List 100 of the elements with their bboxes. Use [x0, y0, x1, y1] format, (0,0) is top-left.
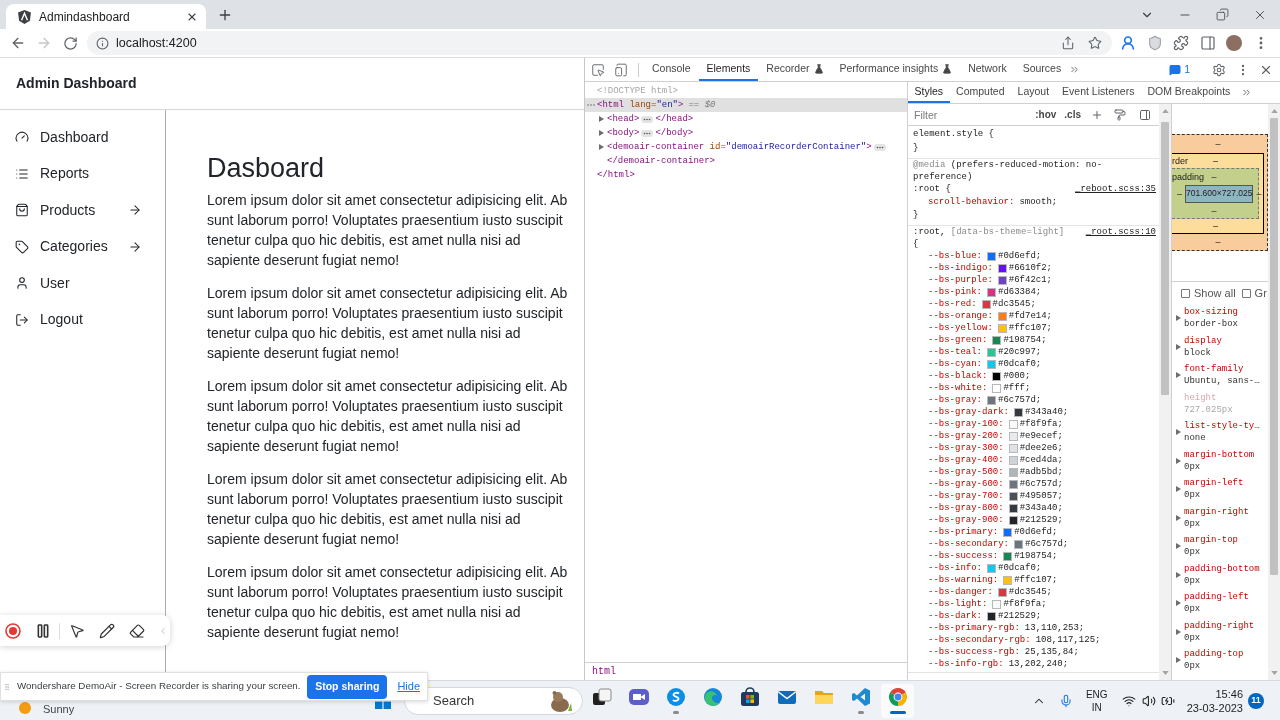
sidebar-item[interactable]: Products — [0, 192, 165, 229]
color-swatch[interactable] — [992, 599, 1002, 609]
color-swatch[interactable] — [1008, 479, 1018, 489]
devtools-tab[interactable]: Sources — [1014, 58, 1070, 81]
color-swatch[interactable] — [1008, 515, 1018, 525]
avatar-placeholder[interactable] — [1226, 35, 1243, 51]
checkbox[interactable] — [1181, 288, 1190, 298]
wifi-icon[interactable] — [1121, 693, 1136, 708]
device-toolbar-icon[interactable] — [614, 62, 628, 77]
color-swatch[interactable] — [987, 611, 996, 621]
filter-field[interactable]: Filter — [912, 105, 1024, 124]
notification-count[interactable]: 11 — [1248, 692, 1264, 709]
color-swatch[interactable] — [987, 359, 996, 369]
color-swatch[interactable] — [1008, 491, 1018, 501]
clock-date[interactable]: 23-03-2023 — [1186, 700, 1243, 715]
microphone-icon[interactable] — [1058, 693, 1073, 708]
scrollbar-thumb[interactable] — [1270, 118, 1278, 575]
checkbox[interactable] — [1241, 288, 1251, 298]
toggle-button[interactable]: .cls — [1060, 107, 1085, 122]
scrollbar-thumb[interactable] — [1161, 122, 1169, 395]
store-bag-icon[interactable] — [739, 687, 760, 707]
wave-circle-icon[interactable] — [702, 687, 723, 707]
bookmark-star-icon[interactable] — [1088, 36, 1103, 50]
side-panel-icon[interactable] — [1199, 35, 1216, 51]
scrollbar-track[interactable] — [1268, 104, 1280, 680]
color-swatch[interactable] — [997, 323, 1007, 333]
cursor-arrow-icon[interactable] — [69, 622, 85, 639]
restore-icon[interactable] — [1216, 8, 1229, 21]
sidebar-item[interactable]: Categories — [0, 228, 165, 265]
color-swatch[interactable] — [987, 395, 996, 405]
more-tabs-icon[interactable] — [1069, 64, 1081, 75]
sidebar-toggle-icon[interactable] — [1139, 108, 1151, 121]
record-icon[interactable] — [5, 622, 21, 639]
expand-triangle-icon[interactable] — [1176, 343, 1181, 350]
color-swatch[interactable] — [987, 287, 996, 297]
sidebar-item[interactable]: Dashboard — [0, 119, 165, 156]
inspect-element-icon[interactable] — [591, 62, 605, 77]
ellipsis-icon[interactable] — [873, 143, 886, 151]
expand-triangle-icon[interactable] — [599, 130, 604, 136]
expand-triangle-icon[interactable] — [1176, 657, 1181, 664]
color-swatch[interactable] — [1008, 455, 1018, 465]
expand-triangle-icon[interactable] — [1176, 315, 1181, 322]
sidebar-tab[interactable]: Computed — [949, 82, 1012, 103]
ellipsis-icon[interactable] — [641, 129, 654, 137]
devtools-tab[interactable]: Elements — [698, 58, 759, 81]
checkbox-label[interactable]: Gr — [1254, 284, 1267, 302]
color-swatch[interactable] — [992, 335, 1002, 345]
color-swatch[interactable] — [987, 563, 996, 573]
color-swatch[interactable] — [997, 263, 1007, 273]
devtools-tab[interactable]: Network — [960, 58, 1015, 81]
dom-closing-tag[interactable]: </html> — [597, 168, 635, 182]
expand-triangle-icon[interactable] — [1176, 457, 1181, 464]
devtools-tab[interactable]: Performance insights — [831, 58, 961, 81]
scrollbar-track[interactable] — [1159, 104, 1171, 680]
info-icon[interactable] — [96, 36, 109, 50]
expand-triangle-icon[interactable] — [1176, 514, 1181, 521]
ellipsis-icon[interactable] — [641, 115, 654, 123]
sidebar-tab[interactable]: Layout — [1011, 82, 1056, 103]
color-swatch[interactable] — [992, 371, 1002, 381]
issues-button[interactable]: 1 — [1167, 61, 1192, 78]
dom-node[interactable]: <body> </body> — [597, 126, 694, 140]
devtools-tab[interactable]: Recorder — [758, 58, 832, 81]
expand-triangle-icon[interactable] — [1176, 429, 1181, 436]
expand-triangle-icon[interactable] — [1176, 372, 1181, 379]
color-swatch[interactable] — [997, 275, 1007, 285]
language-label[interactable]: IN — [1091, 700, 1102, 714]
sidebar-item[interactable]: Logout — [0, 301, 165, 338]
checkbox-label[interactable]: Show all — [1194, 284, 1236, 302]
color-swatch[interactable] — [1008, 467, 1018, 477]
color-swatch[interactable] — [1008, 443, 1018, 453]
color-swatch[interactable] — [992, 383, 1002, 393]
language-label[interactable]: ENG — [1085, 687, 1108, 701]
pencil-icon[interactable] — [99, 622, 115, 639]
color-swatch[interactable] — [987, 347, 996, 357]
speaker-icon[interactable] — [1141, 693, 1156, 708]
eraser-icon[interactable] — [129, 622, 145, 639]
share-icon[interactable] — [1061, 36, 1076, 50]
color-swatch[interactable] — [997, 311, 1007, 321]
color-swatch[interactable] — [1014, 539, 1023, 549]
person-icon[interactable] — [1120, 35, 1137, 51]
breadcrumb-item[interactable]: html — [592, 664, 616, 679]
sidebar-tab[interactable]: DOM Breakpoints — [1140, 82, 1237, 103]
expand-triangle-icon[interactable] — [1176, 600, 1181, 607]
sidebar-tab[interactable]: Event Listeners — [1055, 82, 1141, 103]
browser-tab[interactable]: Admindashboard — [6, 4, 206, 29]
color-swatch[interactable] — [987, 251, 996, 261]
reload-icon[interactable] — [63, 35, 78, 51]
s-curve-circle-icon[interactable] — [665, 687, 686, 707]
color-swatch[interactable] — [981, 299, 991, 309]
expand-triangle-icon[interactable] — [599, 144, 604, 150]
source-link[interactable]: _root.scss:10 — [1085, 226, 1156, 238]
new-rule-icon[interactable] — [1091, 108, 1103, 121]
color-swatch[interactable] — [1003, 575, 1013, 585]
expand-triangle-icon[interactable] — [1176, 486, 1181, 493]
color-swatch[interactable] — [1003, 527, 1013, 537]
sidebar-tab[interactable]: Styles — [908, 82, 950, 103]
dom-node[interactable]: <demoair-container id="demoairRecorderContainer"> </demoair-container> — [597, 140, 907, 168]
clock-time[interactable]: 15:46 — [1215, 686, 1243, 701]
sidebar-item[interactable]: User — [0, 265, 165, 302]
source-link[interactable]: _reboot.scss:35 — [1075, 183, 1156, 195]
